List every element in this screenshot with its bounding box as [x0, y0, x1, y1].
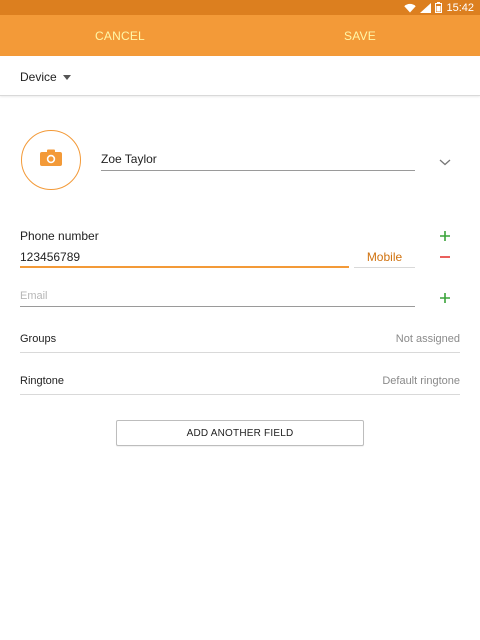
status-bar: 15:42	[0, 0, 480, 15]
dropdown-arrow-icon	[62, 74, 71, 80]
account-selector-label: Device	[20, 70, 57, 84]
account-selector[interactable]: Device	[20, 68, 71, 86]
save-button[interactable]: SAVE	[240, 15, 480, 56]
phone-type-selector[interactable]: Mobile	[354, 248, 415, 268]
account-row: Device	[0, 56, 480, 96]
remove-phone-minus-icon[interactable]	[437, 249, 453, 265]
phone-number-input[interactable]: 123456789	[20, 248, 349, 268]
name-field[interactable]: Zoe Taylor	[101, 150, 415, 171]
contact-photo-button[interactable]	[21, 130, 81, 190]
cancel-button[interactable]: CANCEL	[0, 15, 240, 56]
action-bar: CANCEL SAVE	[0, 15, 480, 56]
chevron-down-icon[interactable]	[438, 154, 452, 166]
ringtone-label: Ringtone	[20, 375, 65, 387]
add-phone-plus-icon[interactable]	[437, 228, 453, 244]
phone-number-label: Phone number	[20, 229, 99, 243]
add-email-plus-icon[interactable]	[437, 290, 453, 306]
groups-value: Not assigned	[395, 333, 460, 345]
status-time: 15:42	[446, 1, 474, 14]
battery-icon	[435, 2, 443, 13]
add-another-field-button[interactable]: ADD ANOTHER FIELD	[116, 420, 364, 446]
ringtone-value: Default ringtone	[382, 375, 460, 387]
camera-icon	[40, 149, 62, 171]
email-field[interactable]: Email	[20, 288, 415, 307]
wifi-icon	[404, 3, 417, 13]
groups-row[interactable]: Groups Not assigned	[20, 331, 460, 353]
groups-label: Groups	[20, 333, 57, 345]
ringtone-row[interactable]: Ringtone Default ringtone	[20, 373, 460, 395]
signal-icon	[420, 2, 432, 13]
